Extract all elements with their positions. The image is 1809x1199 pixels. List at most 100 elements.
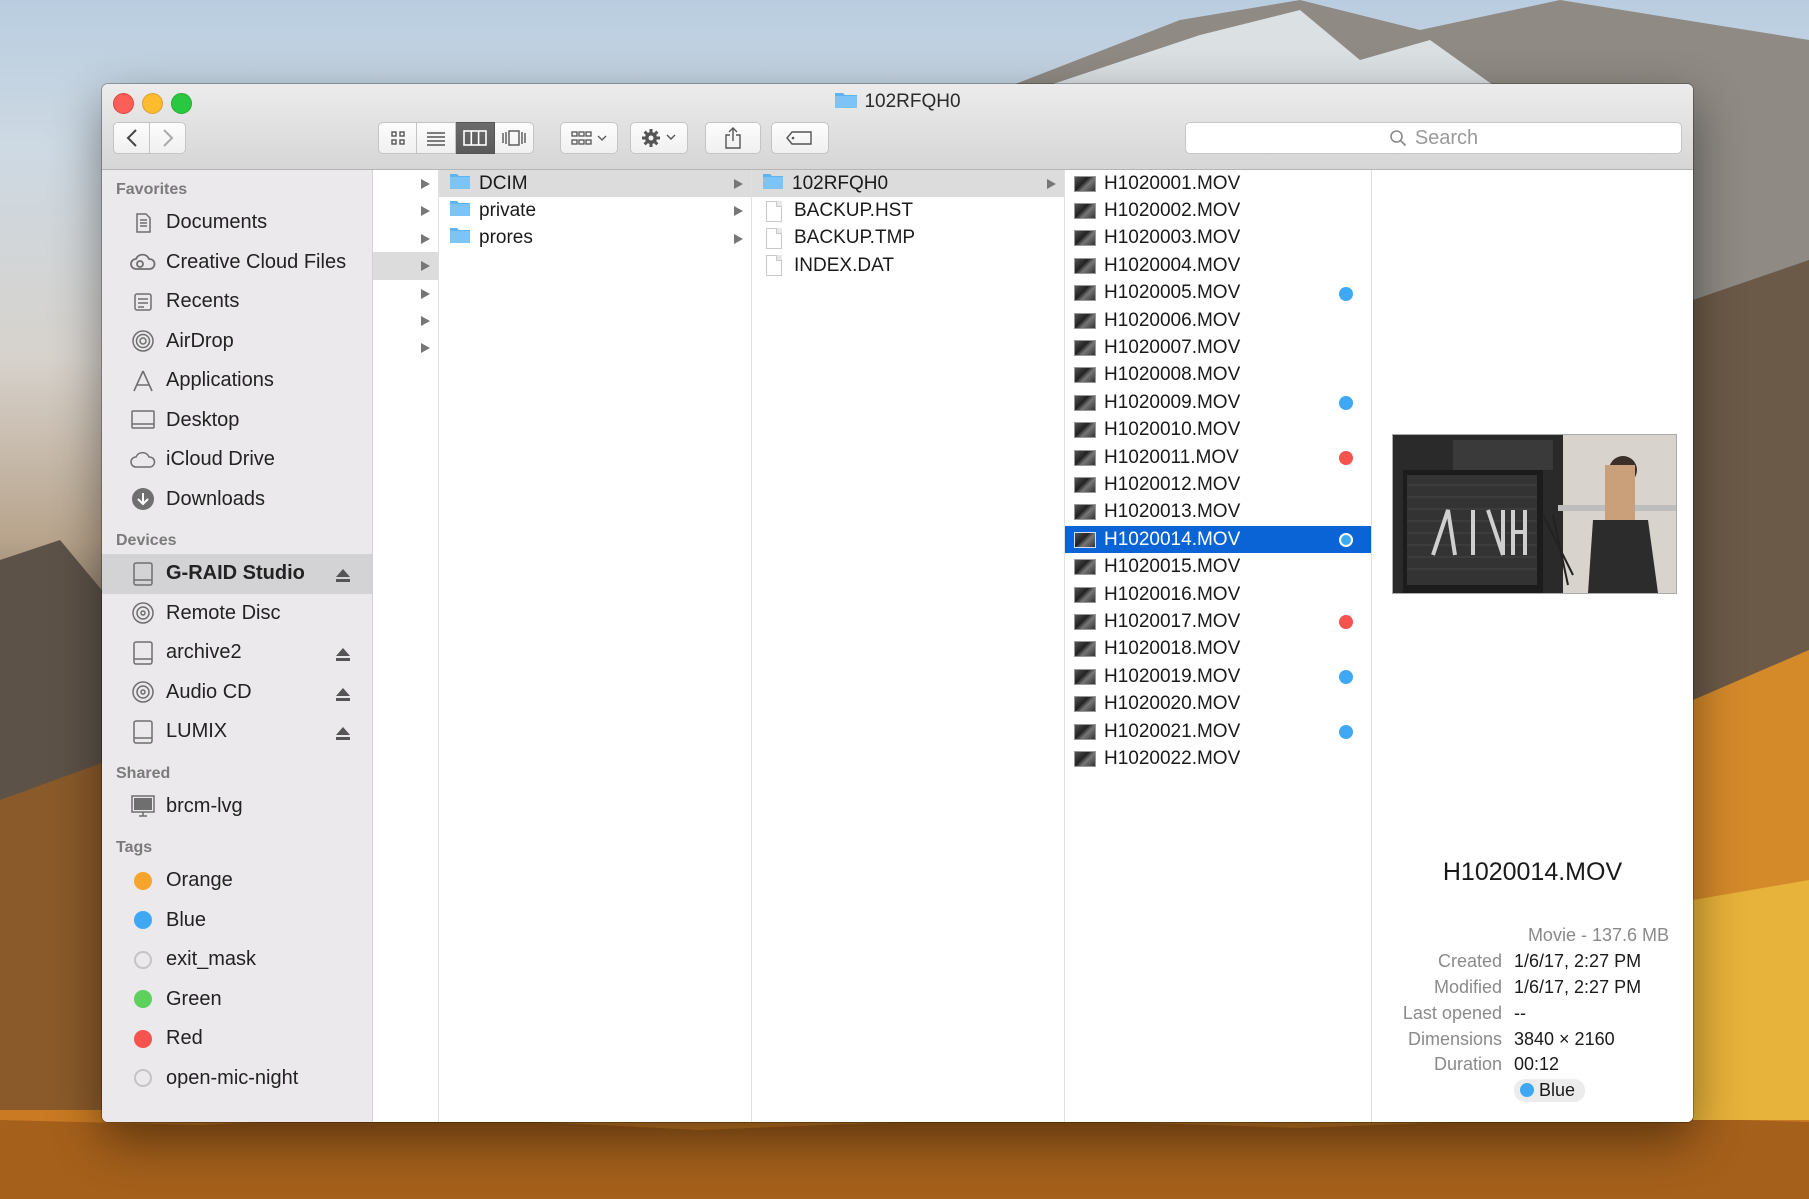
list-item[interactable] bbox=[373, 280, 438, 307]
file-row[interactable]: H1020004.MOV bbox=[1065, 252, 1371, 279]
action-button[interactable] bbox=[630, 122, 688, 154]
sidebar-item-creative-cloud-files[interactable]: Creative Cloud Files bbox=[102, 243, 372, 283]
edit-tags-button[interactable] bbox=[771, 122, 829, 154]
file-name: H1020018.MOV bbox=[1104, 638, 1241, 660]
list-item[interactable] bbox=[373, 252, 438, 280]
disclosure-arrow-icon bbox=[734, 179, 743, 189]
file-row[interactable]: H1020006.MOV bbox=[1065, 307, 1371, 334]
file-name: H1020006.MOV bbox=[1104, 309, 1241, 331]
sidebar-item-applications[interactable]: Applications bbox=[102, 361, 372, 401]
sidebar-item-label: Audio CD bbox=[166, 680, 252, 703]
tag-dot-icon bbox=[130, 986, 156, 1012]
list-item[interactable] bbox=[373, 170, 438, 197]
tags-heading: Tags bbox=[116, 839, 153, 856]
file-row[interactable]: H1020008.MOV bbox=[1065, 362, 1371, 389]
list-item[interactable]: DCIM bbox=[439, 170, 751, 198]
file-row[interactable]: H1020009.MOV bbox=[1065, 389, 1371, 416]
list-item[interactable] bbox=[373, 307, 438, 334]
sidebar-device-audio-cd[interactable]: Audio CD bbox=[102, 673, 372, 713]
list-view-button[interactable] bbox=[417, 122, 456, 154]
file-row[interactable]: H1020002.MOV bbox=[1065, 197, 1371, 224]
file-row[interactable]: H1020017.MOV bbox=[1065, 608, 1371, 635]
sidebar-tag-red[interactable]: Red bbox=[102, 1019, 372, 1059]
list-item[interactable]: prores bbox=[439, 225, 751, 252]
list-item[interactable]: BACKUP.TMP bbox=[752, 225, 1064, 252]
list-item[interactable] bbox=[373, 197, 438, 224]
sidebar-item-recents[interactable]: Recents bbox=[102, 282, 372, 322]
file-row[interactable]: H1020010.MOV bbox=[1065, 417, 1371, 444]
file-row[interactable]: H1020015.MOV bbox=[1065, 553, 1371, 580]
file-row[interactable]: H1020022.MOV bbox=[1065, 745, 1371, 772]
gallery-view-button[interactable] bbox=[495, 122, 534, 154]
column-view-button[interactable] bbox=[456, 122, 495, 154]
file-name: H1020009.MOV bbox=[1104, 391, 1241, 413]
eject-icon[interactable] bbox=[336, 565, 350, 588]
metadata-key: Dimensions bbox=[1407, 1028, 1502, 1049]
item-label: BACKUP.HST bbox=[794, 200, 913, 222]
file-row[interactable]: H1020005.MOV bbox=[1065, 280, 1371, 307]
search-field[interactable]: Search bbox=[1185, 122, 1682, 154]
list-item[interactable]: BACKUP.HST bbox=[752, 197, 1064, 224]
metadata-key: Modified bbox=[1433, 976, 1502, 997]
folder-icon bbox=[439, 199, 479, 223]
file-name: H1020012.MOV bbox=[1104, 473, 1241, 495]
file-row[interactable]: H1020012.MOV bbox=[1065, 471, 1371, 498]
list-item[interactable]: private bbox=[439, 197, 751, 224]
file-row[interactable]: H1020019.MOV bbox=[1065, 663, 1371, 690]
file-row[interactable]: H1020016.MOV bbox=[1065, 581, 1371, 608]
cover-flow-icon bbox=[502, 130, 526, 146]
file-row[interactable]: H1020014.MOV bbox=[1065, 526, 1371, 554]
sidebar-item-documents[interactable]: Documents bbox=[102, 203, 372, 243]
file-row[interactable]: H1020018.MOV bbox=[1065, 636, 1371, 663]
folder-icon bbox=[752, 172, 792, 196]
preview-kind: Movie - 137.6 MB bbox=[1527, 925, 1669, 945]
downloads-icon bbox=[130, 486, 156, 512]
preview-tag[interactable]: Blue bbox=[1514, 1078, 1586, 1102]
video-file-icon bbox=[1074, 586, 1096, 603]
sidebar-device-remote-disc[interactable]: Remote Disc bbox=[102, 594, 372, 634]
file-row[interactable]: H1020007.MOV bbox=[1065, 334, 1371, 361]
column-dcim-parent: DCIM private prores bbox=[439, 170, 752, 1122]
sidebar-device-archive2[interactable]: archive2 bbox=[102, 633, 372, 673]
metadata-value: 1/6/17, 2:27 PM bbox=[1514, 951, 1642, 972]
sidebar-device-lumix[interactable]: LUMIX bbox=[102, 712, 372, 752]
list-item[interactable] bbox=[373, 334, 438, 361]
icon-view-button[interactable] bbox=[378, 122, 417, 154]
sidebar-item-downloads[interactable]: Downloads bbox=[102, 480, 372, 520]
preview-metadata: Movie - 137.6 MB Created 1/6/17, 2:27 PM M… bbox=[1372, 923, 1693, 1104]
sidebar-item-label: brcm-lvg bbox=[166, 794, 243, 817]
sidebar-tag-exit-mask[interactable]: exit_mask bbox=[102, 940, 372, 980]
sidebar-item-icloud-drive[interactable]: iCloud Drive bbox=[102, 440, 372, 480]
sidebar-item-desktop[interactable]: Desktop bbox=[102, 401, 372, 441]
file-row[interactable]: H1020001.MOV bbox=[1065, 170, 1371, 197]
sidebar-device-g-raid-studio[interactable]: G-RAID Studio bbox=[102, 554, 372, 594]
file-name: H1020022.MOV bbox=[1104, 747, 1241, 769]
sidebar-tag-green[interactable]: Green bbox=[102, 980, 372, 1020]
sidebar-tag-open-mic-night[interactable]: open-mic-night bbox=[102, 1059, 372, 1099]
video-file-icon bbox=[1074, 449, 1096, 466]
item-label: DCIM bbox=[479, 172, 528, 194]
forward-button[interactable] bbox=[149, 122, 186, 154]
eject-icon[interactable] bbox=[336, 644, 350, 667]
file-row[interactable]: H1020011.MOV bbox=[1065, 444, 1371, 471]
file-row[interactable]: H1020020.MOV bbox=[1065, 690, 1371, 717]
disclosure-arrow-icon bbox=[421, 288, 430, 299]
back-button[interactable] bbox=[113, 122, 150, 154]
list-item[interactable]: 102RFQH0 bbox=[752, 170, 1064, 198]
arrange-button[interactable] bbox=[560, 122, 618, 154]
file-name: H1020001.MOV bbox=[1104, 172, 1241, 194]
eject-icon[interactable] bbox=[336, 723, 350, 746]
list-item[interactable]: INDEX.DAT bbox=[752, 252, 1064, 279]
sidebar-item-label: Desktop bbox=[166, 408, 240, 431]
file-row[interactable]: H1020003.MOV bbox=[1065, 225, 1371, 252]
list-item[interactable] bbox=[373, 225, 438, 252]
file-row[interactable]: H1020021.MOV bbox=[1065, 718, 1371, 745]
sidebar-tag-blue[interactable]: Blue bbox=[102, 901, 372, 941]
sidebar-tag-orange[interactable]: Orange bbox=[102, 861, 372, 901]
file-row[interactable]: H1020013.MOV bbox=[1065, 499, 1371, 526]
share-button[interactable] bbox=[705, 122, 761, 154]
eject-icon[interactable] bbox=[336, 684, 350, 707]
disclosure-arrow-icon bbox=[1047, 179, 1056, 189]
sidebar-item-airdrop[interactable]: AirDrop bbox=[102, 322, 372, 362]
sidebar-shared-brcm-lvg[interactable]: brcm-lvg bbox=[102, 787, 372, 827]
